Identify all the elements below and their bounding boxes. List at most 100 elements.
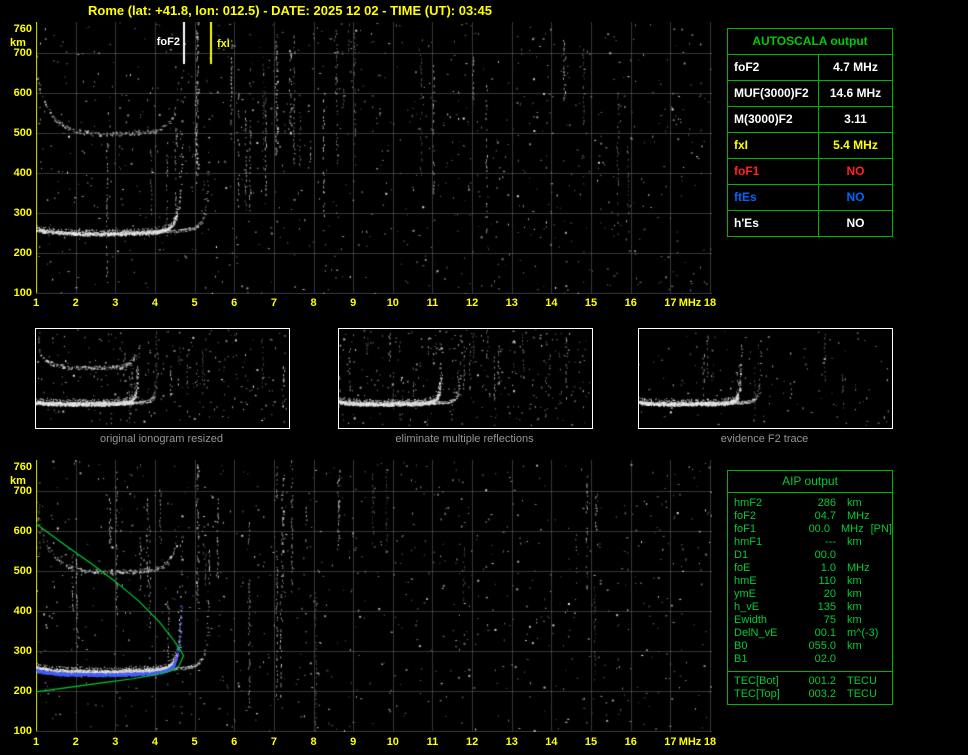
aip-row-label: hmF1 <box>734 536 763 548</box>
x-tick-label: 10 <box>386 736 399 748</box>
autoscala-row-value: 5.4 MHz <box>833 138 878 152</box>
x-tick-label: 5 <box>191 736 198 748</box>
aip-row-unit: MHz <box>847 510 870 522</box>
autoscala-row: ftEs NO <box>728 185 892 211</box>
x-tick-label: 5 <box>191 297 198 309</box>
autoscala-row-value: NO <box>846 190 865 204</box>
x-axis-unit-label: MHz <box>678 736 702 748</box>
aip-row-label: h_vE <box>734 601 760 613</box>
aip-row-label: Ewidth <box>734 614 768 626</box>
aip-row-label: TEC[Bot] <box>734 675 779 687</box>
x-tick-label: 7 <box>270 736 277 748</box>
thumbnail-original-ionogram <box>35 328 290 429</box>
aip-row-value: 04.7 <box>814 510 836 522</box>
aip-row-label: DelN_vE <box>734 627 778 639</box>
aip-row-unit: km <box>847 588 862 600</box>
x-tick-label: 2 <box>72 297 79 309</box>
x-tick-label: 6 <box>231 297 238 309</box>
aip-row: ymE 20 km <box>728 588 892 601</box>
aip-row: hmE 110 km <box>728 575 892 588</box>
aip-row: foF2 04.7 MHz <box>728 510 892 523</box>
fxi-marker-label: fxI <box>217 38 230 50</box>
thumbnail-original-canvas <box>36 329 287 426</box>
x-tick-label: 2 <box>72 736 79 748</box>
aip-row: foE 1.0 MHz <box>728 562 892 575</box>
aip-row-unit: km <box>847 601 862 613</box>
aip-row-label: hmE <box>734 575 757 587</box>
aip-row: hmF2 286 km <box>728 497 892 510</box>
aip-row: DelN_vE 00.1 m^(-3) <box>728 627 892 640</box>
aip-output-table: AIP output hmF2 286 km foF2 04.7 MHz foF1 00.0 M… <box>727 470 893 705</box>
aip-row-label: ymE <box>734 588 756 600</box>
aip-row-value: 00.0 <box>808 523 830 535</box>
thumbnail-f2-trace-canvas <box>639 329 890 426</box>
x-tick-label: 3 <box>112 736 119 748</box>
y-tick-label: 760 <box>13 23 32 35</box>
x-tick-label: 11 <box>426 736 439 748</box>
aip-row-unit: km <box>847 497 862 509</box>
screen: Rome (lat: +41.8, lon: 012.5) - DATE: 20… <box>0 0 968 755</box>
aip-row-value: 286 <box>817 497 836 509</box>
aip-row-value: 110 <box>818 575 836 587</box>
x-tick-label: 6 <box>231 736 238 748</box>
y-axis-unit-label: km <box>10 37 26 49</box>
y-tick-label: 300 <box>13 645 32 657</box>
aip-row-unit: km <box>847 575 862 587</box>
x-tick-label: 4 <box>151 736 158 748</box>
autoscala-row-value: NO <box>846 164 865 178</box>
x-tick-label: 12 <box>465 736 479 748</box>
aip-row-unit: m^(-3) <box>847 627 879 639</box>
aip-row-value: 02.0 <box>814 653 836 665</box>
y-tick-label: 100 <box>13 725 32 737</box>
aip-row-label: B0 <box>734 640 748 652</box>
autoscala-body: foF2 4.7 MHz MUF(3000)F2 14.6 MHz M(3000)F2 3… <box>728 55 892 236</box>
y-tick-label: 300 <box>13 207 32 219</box>
y-tick-label: 500 <box>13 127 32 139</box>
y-tick-label: 200 <box>13 685 32 697</box>
x-tick-label: 8 <box>310 297 317 309</box>
aip-row-unit: TECU <box>847 675 877 687</box>
x-axis-unit-label: MHz <box>678 297 702 309</box>
aip-row-value: 75 <box>823 614 836 626</box>
aip-row-label: TEC[Top] <box>734 688 780 700</box>
x-tick-label: 15 <box>584 297 598 309</box>
autoscala-row: M(3000)F2 3.11 <box>728 107 892 133</box>
x-tick-label: 8 <box>310 736 317 748</box>
aip-row: foF1 00.0 MHz [PN] <box>728 523 892 536</box>
y-axis-unit-label: km <box>10 475 26 487</box>
autoscala-row-label: foF2 <box>728 55 819 80</box>
y-tick-label: 500 <box>13 565 32 577</box>
x-tick-label: 14 <box>545 297 558 309</box>
y-tick-label: 400 <box>13 167 32 179</box>
thumbnail-f2-trace <box>638 328 893 429</box>
x-tick-label: 13 <box>505 297 518 309</box>
aip-row-value: 00.1 <box>814 627 836 639</box>
aip-row: B1 02.0 <box>728 653 892 666</box>
thumbnail-caption-original: original ionogram resized <box>100 433 223 445</box>
aip-row-unit <box>836 549 847 562</box>
x-tick-label: 7 <box>270 297 277 309</box>
top-ionogram-canvas <box>36 22 712 294</box>
fof2-marker-label: foF2 <box>156 36 180 48</box>
x-tick-label: 14 <box>545 736 558 748</box>
aip-row-value: 003.2 <box>808 688 836 700</box>
x-tick-label: 11 <box>426 297 439 309</box>
aip-table-title: AIP output <box>728 471 892 493</box>
aip-row-value: 20 <box>823 588 836 600</box>
aip-row-value: --- <box>825 536 836 548</box>
thumbnail-caption-no-multiples: eliminate multiple reflections <box>395 433 534 445</box>
aip-row-unit: km <box>847 614 862 626</box>
autoscala-row-label: fxI <box>728 133 819 158</box>
aip-row-value: 001.2 <box>808 675 836 687</box>
y-tick-label: 600 <box>13 87 32 99</box>
y-tick-label: 760 <box>13 461 32 473</box>
y-tick-label: 200 <box>13 247 32 259</box>
aip-row: TEC[Top] 003.2 TECU <box>728 688 892 701</box>
autoscala-row-value: 3.11 <box>844 112 867 126</box>
aip-row-value: 1.0 <box>820 562 836 574</box>
autoscala-output-table: AUTOSCALA output foF2 4.7 MHz MUF(3000)F2 1… <box>727 28 893 237</box>
autoscala-row-value: NO <box>846 216 865 230</box>
thumbnail-no-multiples <box>338 328 593 429</box>
autoscala-row-value: 4.7 MHz <box>833 60 878 74</box>
autoscala-row-label: foF1 <box>728 159 819 184</box>
